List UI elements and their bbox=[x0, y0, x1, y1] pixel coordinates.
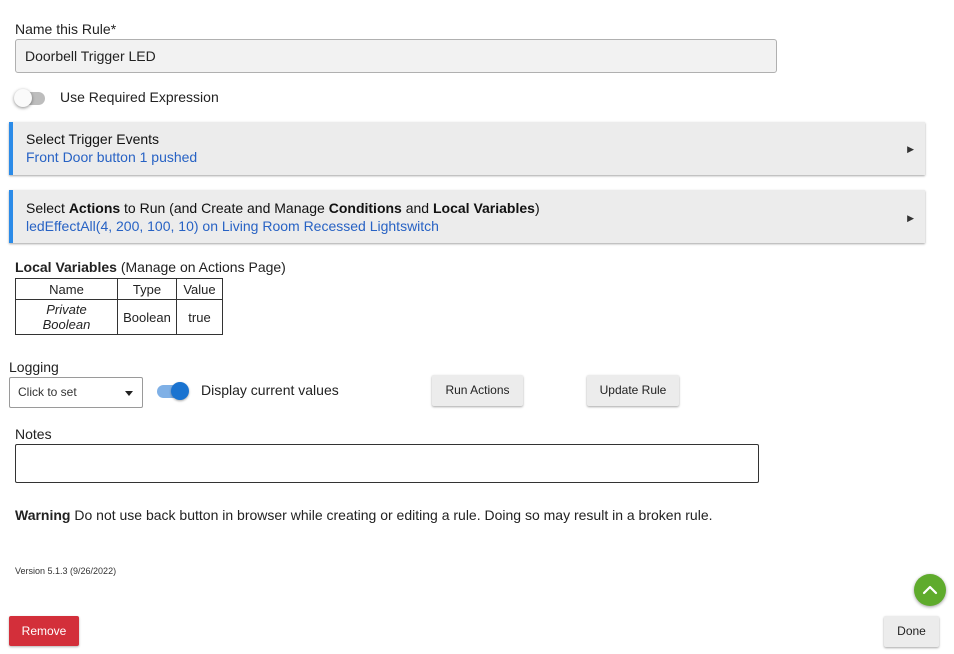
remove-button[interactable]: Remove bbox=[9, 616, 79, 646]
conditions-title-bold: Conditions bbox=[328, 200, 402, 216]
local-variables-table: Name Type Value Private Boolean Boolean … bbox=[15, 278, 223, 335]
variable-name-cell: Private Boolean bbox=[15, 299, 118, 335]
display-current-values-label: Display current values bbox=[201, 382, 339, 398]
logging-select[interactable]: Click to set bbox=[9, 377, 143, 408]
done-button[interactable]: Done bbox=[884, 616, 939, 647]
local-variables-title: Local Variables bbox=[15, 259, 117, 275]
column-header-value: Value bbox=[176, 278, 223, 300]
notes-label: Notes bbox=[15, 426, 52, 442]
expand-triangle-icon: ▶ bbox=[907, 144, 914, 154]
local-variables-note: (Manage on Actions Page) bbox=[116, 259, 286, 275]
trigger-events-panel[interactable]: Select Trigger Events Front Door button … bbox=[9, 122, 925, 175]
local-variables-heading: Local Variables (Manage on Actions Page) bbox=[15, 259, 286, 275]
warning-message: Warning Do not use back button in browse… bbox=[15, 507, 713, 523]
chevron-up-icon bbox=[922, 585, 938, 595]
run-actions-button[interactable]: Run Actions bbox=[432, 375, 523, 406]
caret-down-icon bbox=[125, 391, 133, 396]
local-variables-title-bold: Local Variables bbox=[432, 200, 535, 216]
required-expression-toggle[interactable] bbox=[14, 89, 45, 109]
actions-title-part: to Run (and Create and Manage bbox=[120, 200, 329, 216]
toggle-knob bbox=[14, 89, 32, 107]
variable-value-cell: true bbox=[176, 299, 223, 335]
required-expression-label: Use Required Expression bbox=[60, 89, 219, 105]
toggle-knob bbox=[171, 382, 189, 400]
display-current-values-toggle[interactable] bbox=[157, 381, 190, 401]
expand-triangle-icon: ▶ bbox=[907, 213, 914, 223]
actions-panel[interactable]: Select Actions to Run (and Create and Ma… bbox=[9, 190, 925, 243]
actions-title-part: ) bbox=[534, 200, 540, 216]
notes-textarea[interactable] bbox=[15, 444, 759, 483]
version-text: Version 5.1.3 (9/26/2022) bbox=[15, 566, 117, 576]
rule-name-label: Name this Rule* bbox=[15, 21, 117, 37]
warning-text: Do not use back button in browser while … bbox=[70, 507, 713, 523]
actions-title-bold: Actions bbox=[68, 200, 121, 216]
trigger-events-summary: Front Door button 1 pushed bbox=[26, 149, 198, 165]
actions-title: Select Actions to Run (and Create and Ma… bbox=[26, 200, 540, 216]
column-header-type: Type bbox=[117, 278, 177, 300]
actions-summary: ledEffectAll(4, 200, 100, 10) on Living … bbox=[26, 218, 439, 234]
trigger-events-title: Select Trigger Events bbox=[26, 131, 160, 147]
logging-label: Logging bbox=[9, 359, 59, 375]
warning-title: Warning bbox=[15, 507, 71, 523]
update-rule-button[interactable]: Update Rule bbox=[587, 375, 679, 406]
table-header-row: Name Type Value bbox=[15, 278, 223, 300]
table-row: Private Boolean Boolean true bbox=[15, 299, 223, 335]
actions-title-part: Select bbox=[26, 200, 69, 216]
variable-type-cell: Boolean bbox=[117, 299, 177, 335]
scroll-top-button[interactable] bbox=[914, 574, 946, 606]
column-header-name: Name bbox=[15, 278, 118, 300]
logging-select-value: Click to set bbox=[18, 385, 77, 399]
actions-title-part: and bbox=[401, 200, 433, 216]
rule-name-input[interactable]: Doorbell Trigger LED bbox=[15, 39, 777, 73]
